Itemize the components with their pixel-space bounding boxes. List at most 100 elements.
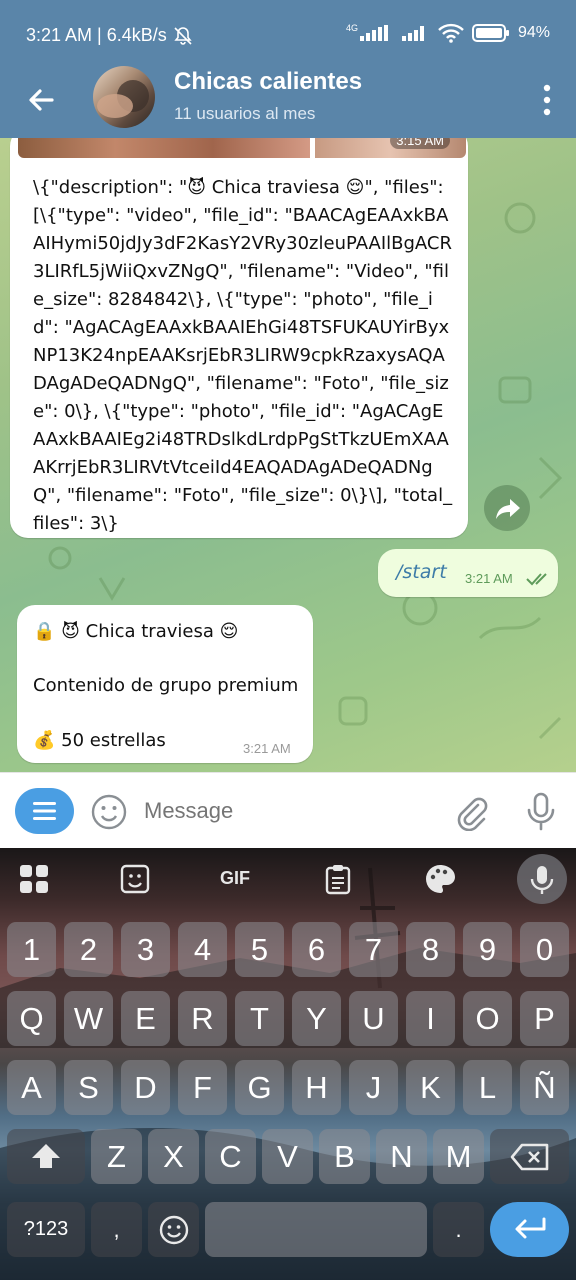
battery-label: 94% bbox=[517, 24, 550, 41]
forward-icon bbox=[496, 499, 520, 519]
hamburger-icon bbox=[33, 802, 56, 820]
avatar[interactable] bbox=[93, 66, 155, 128]
clipboard-icon[interactable] bbox=[321, 862, 355, 896]
premium-title: 🔒 😈 Chica traviesa 😌 bbox=[33, 621, 239, 642]
key-y[interactable]: Y bbox=[292, 991, 341, 1046]
key-i[interactable]: I bbox=[406, 991, 455, 1046]
key-7[interactable]: 7 bbox=[349, 922, 398, 977]
key-q[interactable]: Q bbox=[7, 991, 56, 1046]
key-enye[interactable]: Ñ bbox=[520, 1060, 569, 1115]
key-c[interactable]: C bbox=[205, 1129, 256, 1184]
command-link[interactable]: /start bbox=[396, 561, 447, 583]
soft-keyboard: GIF 1 2 3 4 5 6 7 8 9 0 Q W E R T Y U I … bbox=[0, 848, 576, 1280]
bot-menu-button[interactable] bbox=[15, 788, 74, 834]
chat-subtitle: 11 usuarios al mes bbox=[174, 104, 316, 123]
message-bubble-premium[interactable]: 🔒 😈 Chica traviesa 😌 Contenido de grupo … bbox=[17, 605, 313, 763]
comma-key[interactable]: , bbox=[91, 1202, 142, 1257]
double-check-icon bbox=[526, 573, 547, 586]
gif-button[interactable]: GIF bbox=[220, 868, 254, 902]
emoji-key[interactable] bbox=[148, 1202, 199, 1257]
status-time-speed: 3:21 AM | 6.4kB/s bbox=[26, 25, 167, 45]
key-u[interactable]: U bbox=[349, 991, 398, 1046]
signal-icon bbox=[359, 25, 388, 41]
key-1[interactable]: 1 bbox=[7, 922, 56, 977]
key-r[interactable]: R bbox=[178, 991, 227, 1046]
key-2[interactable]: 2 bbox=[64, 922, 113, 977]
message-time: 3:21 AM bbox=[243, 741, 291, 756]
key-6[interactable]: 6 bbox=[292, 922, 341, 977]
message-text: \{"description": "😈 Chica traviesa 😌", "… bbox=[33, 177, 453, 534]
forward-button[interactable] bbox=[484, 485, 530, 531]
chat-title[interactable]: Chicas calientes bbox=[174, 68, 362, 96]
premium-price: 💰 50 estrellas bbox=[33, 730, 166, 751]
backspace-icon bbox=[510, 1143, 548, 1170]
voice-input-button[interactable] bbox=[517, 854, 567, 904]
key-m[interactable]: M bbox=[433, 1129, 484, 1184]
shift-key[interactable] bbox=[7, 1129, 85, 1184]
back-arrow-icon[interactable] bbox=[22, 80, 62, 120]
key-s[interactable]: S bbox=[64, 1060, 113, 1115]
avatar-photo bbox=[97, 80, 149, 118]
key-j[interactable]: J bbox=[349, 1060, 398, 1115]
key-g[interactable]: G bbox=[235, 1060, 284, 1115]
key-n[interactable]: N bbox=[376, 1129, 427, 1184]
sticker-icon[interactable] bbox=[118, 862, 152, 896]
signal-icon-2 bbox=[401, 26, 424, 41]
media-thumbnail-1[interactable] bbox=[18, 138, 310, 158]
shift-icon bbox=[32, 1143, 60, 1168]
key-9[interactable]: 9 bbox=[463, 922, 512, 977]
bell-off-icon bbox=[174, 26, 192, 45]
premium-description: Contenido de grupo premium bbox=[33, 675, 299, 696]
key-b[interactable]: B bbox=[319, 1129, 370, 1184]
key-v[interactable]: V bbox=[262, 1129, 313, 1184]
message-time: 3:21 AM bbox=[465, 571, 513, 586]
key-0[interactable]: 0 bbox=[520, 922, 569, 977]
microphone-icon[interactable] bbox=[522, 791, 560, 831]
key-e[interactable]: E bbox=[121, 991, 170, 1046]
chat-header: Chicas calientes 11 usuarios al mes bbox=[0, 66, 576, 138]
key-l[interactable]: L bbox=[463, 1060, 512, 1115]
key-x[interactable]: X bbox=[148, 1129, 199, 1184]
paperclip-icon[interactable] bbox=[452, 793, 488, 831]
emoji-icon bbox=[159, 1215, 188, 1244]
message-input[interactable] bbox=[142, 797, 434, 825]
backspace-key[interactable] bbox=[490, 1129, 569, 1184]
symbols-key[interactable]: ?123 bbox=[7, 1202, 85, 1257]
key-f[interactable]: F bbox=[178, 1060, 227, 1115]
key-3[interactable]: 3 bbox=[121, 922, 170, 977]
period-key[interactable]: . bbox=[433, 1202, 484, 1257]
more-vertical-icon[interactable] bbox=[542, 82, 552, 118]
apps-grid-icon[interactable] bbox=[17, 862, 51, 896]
keyboard-toolbar: GIF bbox=[0, 848, 576, 910]
key-a[interactable]: A bbox=[7, 1060, 56, 1115]
palette-icon[interactable] bbox=[423, 862, 457, 896]
battery-icon bbox=[471, 24, 509, 42]
key-8[interactable]: 8 bbox=[406, 922, 455, 977]
key-5[interactable]: 5 bbox=[235, 922, 284, 977]
status-right: 4G 94% bbox=[346, 23, 550, 43]
key-h[interactable]: H bbox=[292, 1060, 341, 1115]
key-4[interactable]: 4 bbox=[178, 922, 227, 977]
microphone-icon bbox=[530, 866, 554, 894]
key-z[interactable]: Z bbox=[91, 1129, 142, 1184]
enter-key[interactable] bbox=[490, 1202, 569, 1257]
wifi-icon bbox=[438, 23, 464, 43]
key-o[interactable]: O bbox=[463, 991, 512, 1046]
space-key[interactable] bbox=[205, 1202, 427, 1257]
status-bar: 3:21 AM | 6.4kB/s 4G 94% bbox=[0, 0, 576, 66]
media-preview[interactable]: 3:15 AM bbox=[18, 138, 466, 158]
emoji-icon[interactable] bbox=[90, 793, 128, 831]
key-w[interactable]: W bbox=[64, 991, 113, 1046]
message-bubble-json[interactable]: 3:15 AM \{"description": "😈 Chica travie… bbox=[10, 138, 468, 538]
key-k[interactable]: K bbox=[406, 1060, 455, 1115]
key-t[interactable]: T bbox=[235, 991, 284, 1046]
key-p[interactable]: P bbox=[520, 991, 569, 1046]
enter-icon bbox=[515, 1217, 545, 1238]
network-4g-label: 4G bbox=[345, 23, 358, 33]
message-bubble-outgoing[interactable]: /start 3:21 AM bbox=[378, 549, 558, 597]
chat-area[interactable]: 3:15 AM \{"description": "😈 Chica travie… bbox=[0, 138, 576, 772]
status-left: 3:21 AM | 6.4kB/s bbox=[26, 25, 193, 46]
media-time: 3:15 AM bbox=[390, 138, 450, 149]
key-d[interactable]: D bbox=[121, 1060, 170, 1115]
message-input-bar bbox=[0, 772, 576, 849]
